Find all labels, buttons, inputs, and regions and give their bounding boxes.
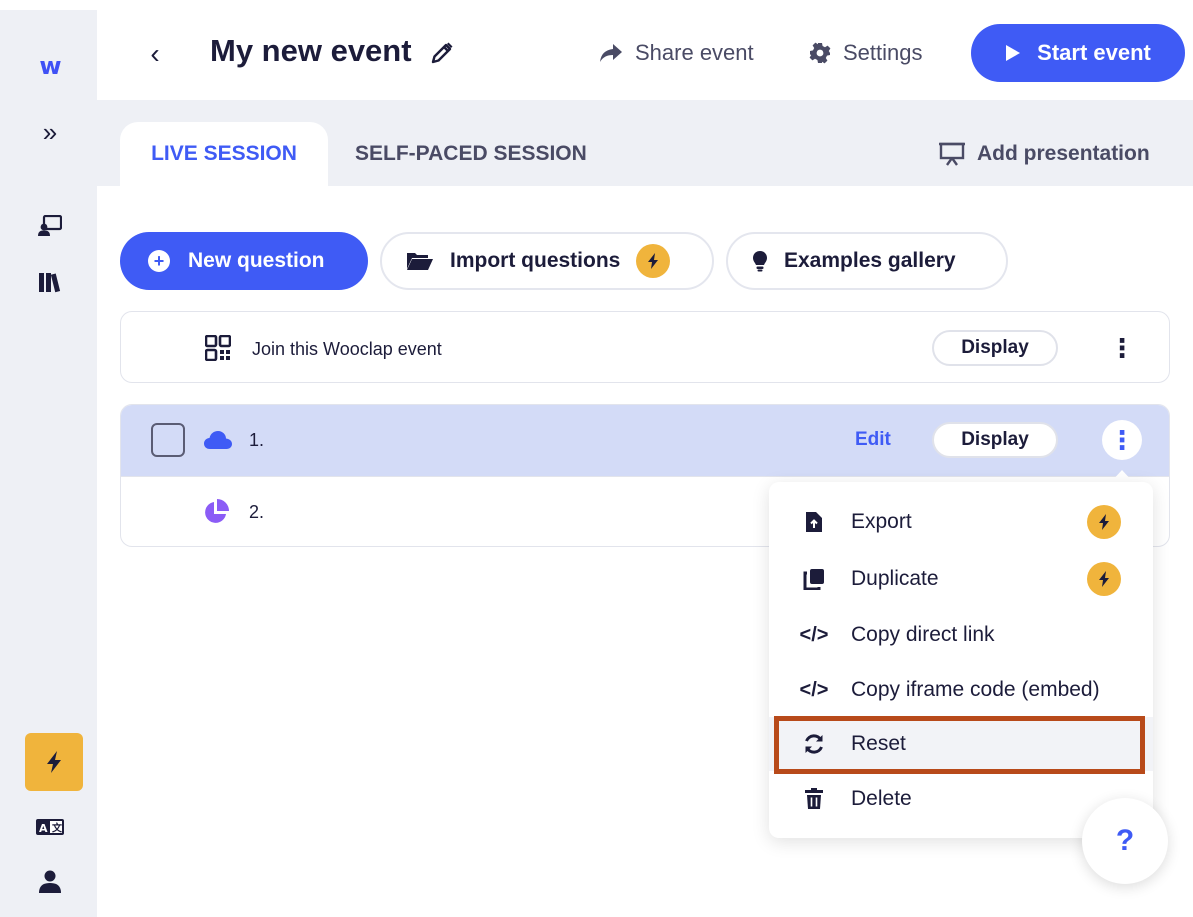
presentation-board-icon — [939, 142, 965, 166]
code-icon: </> — [799, 678, 829, 701]
edit-question-link[interactable]: Edit — [855, 429, 891, 451]
sidebar: w » A 文 — [0, 10, 97, 917]
share-arrow-icon — [600, 44, 622, 62]
presentation-icon — [38, 215, 62, 236]
menu-item-label: Copy iframe code (embed) — [851, 678, 1100, 701]
sidebar-item-library[interactable] — [28, 260, 72, 304]
expand-sidebar-button[interactable]: » — [28, 110, 72, 154]
share-event-label: Share event — [635, 40, 754, 65]
gear-icon — [809, 42, 831, 64]
help-icon: ? — [1115, 824, 1135, 857]
question-actions-menu: Export Duplicate </> Copy direct link </… — [769, 482, 1153, 838]
settings-label: Settings — [843, 40, 923, 65]
settings-button[interactable]: Settings — [809, 36, 923, 70]
menu-item-duplicate[interactable]: Duplicate — [769, 552, 1153, 606]
svg-text:A: A — [39, 822, 48, 835]
question-number: 2. — [249, 502, 265, 522]
tab-live-session[interactable]: LIVE SESSION — [120, 122, 328, 186]
menu-item-label: Copy direct link — [851, 623, 995, 646]
back-button[interactable]: ‹ — [137, 34, 173, 74]
join-row-more-button[interactable]: ⋮ — [1102, 328, 1142, 368]
new-question-label: New question — [188, 249, 325, 272]
session-tabs: LIVE SESSION SELF-PACED SESSION Add pres… — [97, 100, 1193, 186]
premium-bolt-icon — [1087, 562, 1121, 596]
menu-item-label: Duplicate — [851, 567, 939, 590]
poll-pie-icon — [205, 499, 229, 523]
word-cloud-icon — [204, 431, 232, 449]
display-question-button[interactable]: Display — [932, 422, 1058, 458]
examples-gallery-button[interactable]: Examples gallery — [726, 232, 1008, 290]
question-number: 1. — [249, 430, 265, 450]
menu-item-label: Delete — [851, 787, 912, 810]
kebab-icon: ⋮ — [1109, 424, 1135, 455]
kebab-icon: ⋮ — [1109, 332, 1135, 363]
library-icon — [39, 273, 61, 293]
add-presentation-label: Add presentation — [977, 142, 1150, 165]
menu-item-copy-direct-link[interactable]: </> Copy direct link — [769, 608, 1153, 662]
language-button[interactable]: A 文 — [28, 805, 72, 849]
event-header: ‹ My new event Share event Settings Star… — [97, 0, 1193, 100]
join-event-row[interactable]: Join this Wooclap event Display ⋮ — [120, 311, 1170, 383]
qr-code-icon — [205, 335, 231, 361]
tab-self-paced-session[interactable]: SELF-PACED SESSION — [355, 122, 587, 186]
chevron-double-right-icon: » — [42, 116, 58, 147]
add-presentation-button[interactable]: Add presentation — [939, 138, 1150, 170]
examples-gallery-label: Examples gallery — [784, 249, 956, 272]
plus-circle-icon: + — [148, 250, 170, 272]
start-event-label: Start event — [1037, 40, 1151, 65]
menu-item-copy-iframe-code[interactable]: </> Copy iframe code (embed) — [769, 663, 1153, 717]
trash-icon — [799, 784, 829, 814]
svg-text:文: 文 — [52, 822, 63, 835]
export-icon — [799, 507, 829, 537]
menu-item-label: Export — [851, 510, 912, 533]
new-question-button[interactable]: + New question — [120, 232, 368, 290]
menu-item-export[interactable]: Export — [769, 495, 1153, 549]
chevron-left-icon: ‹ — [150, 38, 160, 69]
folder-open-icon — [407, 253, 433, 270]
import-questions-button[interactable]: Import questions — [380, 232, 714, 290]
reset-highlight-box — [774, 716, 1145, 774]
bolt-icon — [47, 751, 61, 773]
premium-bolt-icon — [1087, 505, 1121, 539]
sidebar-item-presentation[interactable] — [28, 204, 72, 248]
logo-text: w — [39, 52, 61, 80]
code-icon: </> — [799, 623, 829, 646]
user-icon — [39, 870, 61, 893]
help-button[interactable]: ? — [1082, 798, 1168, 884]
join-event-label: Join this Wooclap event — [252, 339, 442, 359]
play-icon — [1006, 45, 1021, 61]
premium-bolt-icon — [636, 244, 671, 278]
edit-title-button[interactable] — [427, 38, 457, 68]
share-event-button[interactable]: Share event — [599, 36, 754, 70]
event-title[interactable]: My new event — [210, 33, 412, 69]
duplicate-icon — [799, 564, 829, 594]
question-row[interactable]: 1. Edit Display ⋮ — [121, 405, 1169, 476]
import-questions-label: Import questions — [450, 249, 621, 272]
premium-bolt-button[interactable] — [25, 733, 83, 791]
wooclap-logo[interactable]: w — [28, 44, 72, 88]
pencil-icon — [431, 42, 453, 64]
start-event-button[interactable]: Start event — [971, 24, 1185, 82]
question-select-checkbox[interactable] — [151, 423, 185, 457]
translate-icon: A 文 — [36, 819, 64, 835]
display-join-button[interactable]: Display — [932, 330, 1058, 366]
question-more-button[interactable]: ⋮ — [1102, 420, 1142, 460]
lightbulb-icon — [753, 251, 767, 272]
user-profile-button[interactable] — [28, 860, 72, 904]
